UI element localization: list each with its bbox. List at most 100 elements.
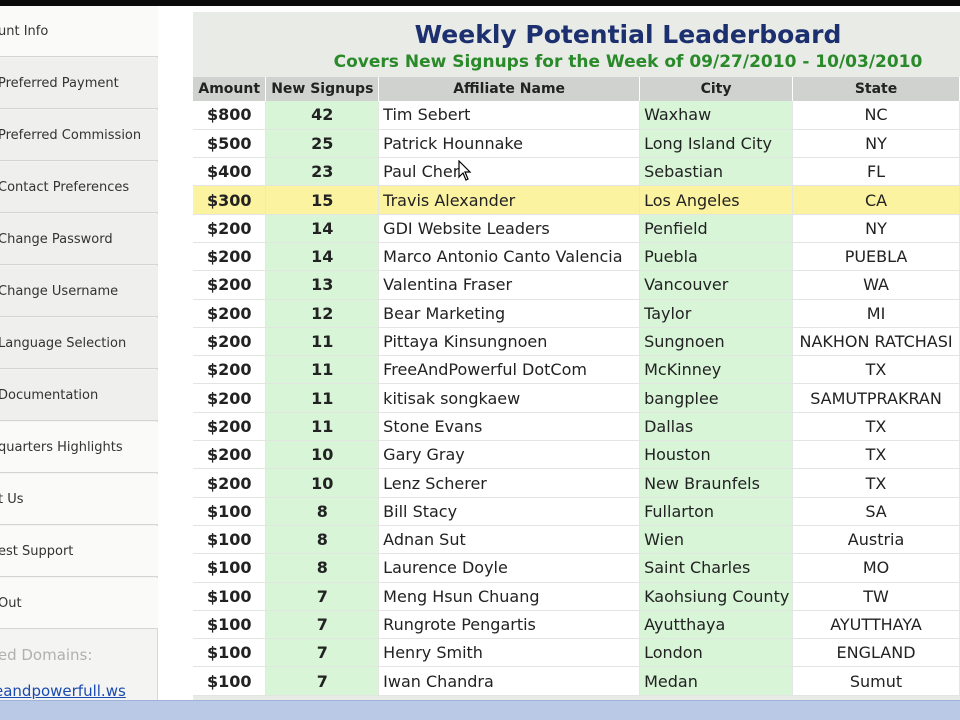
leaderboard-rows: $800 42 Tim Sebert Waxhaw NC $500 25 Patrick Ho…	[193, 101, 960, 696]
cell-affiliate-name: Henry Smith	[378, 638, 641, 668]
cell-new-signups: 11	[265, 412, 380, 442]
cell-affiliate-name: FreeAndPowerful DotCom	[378, 355, 641, 385]
table-row: $200 11 Pittaya Kinsungnoen Sungnoen NAKHON …	[193, 327, 960, 357]
cell-affiliate-name: Rungrote Pengartis	[378, 610, 641, 640]
table-row: $100 7 Rungrote Pengartis Ayutthaya AYUTTHAY…	[193, 610, 960, 640]
cell-city: Medan	[639, 666, 794, 696]
sidebar-item-account-info[interactable]: unt Info	[0, 6, 158, 57]
cell-amount: $200	[193, 412, 267, 442]
cell-city: Wien	[639, 525, 794, 555]
table-row: $200 14 GDI Website Leaders Penfield NY	[193, 214, 960, 243]
table-row: $200 12 Bear Marketing Taylor MI	[193, 299, 960, 328]
cell-city: New Braunfels	[639, 468, 794, 498]
cell-amount: $100	[193, 497, 267, 526]
sidebar-item-label: Preferred Payment	[0, 76, 119, 91]
cell-city: Penfield	[639, 214, 794, 243]
cell-affiliate-name: Gary Gray	[378, 440, 641, 470]
sidebar-item-label: Change Password	[0, 232, 113, 247]
table-row: $100 8 Adnan Sut Wien Austria	[193, 525, 960, 555]
sidebar-item-change-username[interactable]: Change Username	[0, 266, 158, 317]
sidebar-item-language-selection[interactable]: Language Selection	[0, 318, 158, 369]
leaderboard-panel: Weekly Potential Leaderboard Covers New …	[193, 12, 960, 700]
sidebar-item-label: Preferred Commission	[0, 128, 142, 143]
cell-affiliate-name: Marco Antonio Canto Valencia	[378, 242, 641, 272]
sidebar-item-contact-us[interactable]: t Us	[0, 474, 158, 525]
sidebar-item-contact-preferences[interactable]: Contact Preferences	[0, 162, 158, 213]
table-row: $200 11 Stone Evans Dallas TX	[193, 412, 960, 442]
sidebar-item-label: Contact Preferences	[0, 180, 130, 195]
cell-new-signups: 42	[265, 101, 380, 130]
cell-city: Fullarton	[639, 497, 794, 526]
cell-affiliate-name: GDI Website Leaders	[378, 214, 641, 243]
table-row: $200 10 Gary Gray Houston TX	[193, 440, 960, 470]
sidebar-item-preferred-payment[interactable]: Preferred Payment	[0, 58, 158, 109]
table-row: $300 15 Travis Alexander Los Angeles CA	[193, 185, 960, 215]
cell-amount: $200	[193, 355, 267, 385]
cell-state: WA	[792, 270, 960, 300]
sidebar-gutter	[159, 6, 193, 700]
leaderboard-table: Amount New Signups Affiliate Name City S…	[193, 77, 960, 696]
sidebar-item-headquarters-highlights[interactable]: quarters Highlights	[0, 422, 158, 473]
cell-city: Waxhaw	[639, 101, 794, 130]
cell-new-signups: 14	[265, 242, 380, 272]
cell-affiliate-name: Stone Evans	[378, 412, 641, 442]
column-header-amount: Amount	[193, 77, 267, 101]
sidebar-item-label: est Support	[0, 544, 74, 559]
cell-new-signups: 12	[265, 299, 380, 328]
cell-city: Vancouver	[639, 270, 794, 300]
table-row: $100 7 Iwan Chandra Medan Sumut	[193, 666, 960, 696]
cell-amount: $200	[193, 299, 267, 328]
table-row: $100 8 Laurence Doyle Saint Charles MO	[193, 553, 960, 583]
cell-amount: $200	[193, 440, 267, 470]
cell-state: SA	[792, 497, 960, 526]
sidebar-item-log-out[interactable]: Out	[0, 578, 158, 629]
cell-city: Taylor	[639, 299, 794, 328]
cell-city: bangplee	[639, 383, 794, 413]
mouse-pointer-icon	[458, 160, 472, 181]
cell-amount: $200	[193, 270, 267, 300]
cell-state: TX	[792, 412, 960, 442]
cell-new-signups: 7	[265, 582, 380, 611]
cell-state: AYUTTHAYA	[792, 610, 960, 640]
cell-new-signups: 25	[265, 129, 380, 159]
table-row: $800 42 Tim Sebert Waxhaw NC	[193, 101, 960, 130]
registered-domains-label: red Domains:	[0, 646, 93, 664]
cell-new-signups: 10	[265, 440, 380, 470]
cell-affiliate-name: Bear Marketing	[378, 299, 641, 328]
cell-state: NC	[792, 101, 960, 130]
cell-new-signups: 10	[265, 468, 380, 498]
cell-amount: $400	[193, 157, 267, 187]
cell-amount: $200	[193, 327, 267, 357]
sidebar-item-label: t Us	[0, 492, 24, 507]
sidebar-item-change-password[interactable]: Change Password	[0, 214, 158, 265]
cell-amount: $100	[193, 582, 267, 611]
taskbar	[0, 700, 960, 720]
cell-new-signups: 15	[265, 185, 380, 215]
sidebar-item-request-support[interactable]: est Support	[0, 526, 158, 577]
sidebar-item-label: Change Username	[0, 284, 119, 299]
table-row: $200 10 Lenz Scherer New Braunfels TX	[193, 468, 960, 498]
cell-state: TX	[792, 355, 960, 385]
cell-amount: $100	[193, 553, 267, 583]
cell-city: Los Angeles	[639, 185, 794, 215]
sidebar-item-label: quarters Highlights	[0, 440, 123, 455]
cell-state: CA	[792, 185, 960, 215]
cell-affiliate-name: Lenz Scherer	[378, 468, 641, 498]
domain-link[interactable]: eandpowerfull.ws	[0, 682, 158, 700]
cell-state: MI	[792, 299, 960, 328]
sidebar-item-label: Documentation	[0, 388, 99, 403]
table-row: $200 11 FreeAndPowerful DotCom McKinney TX	[193, 355, 960, 385]
cell-city: Ayutthaya	[639, 610, 794, 640]
cell-amount: $100	[193, 525, 267, 555]
cell-amount: $300	[193, 185, 267, 215]
sidebar-item-documentation[interactable]: Documentation	[0, 370, 158, 421]
sidebar-item-preferred-commission[interactable]: Preferred Commission	[0, 110, 158, 161]
cell-city: Houston	[639, 440, 794, 470]
table-row: $100 8 Bill Stacy Fullarton SA	[193, 497, 960, 526]
cell-new-signups: 23	[265, 157, 380, 187]
cell-affiliate-name: Travis Alexander	[378, 185, 641, 215]
column-header-affiliate-name: Affiliate Name	[378, 77, 641, 101]
cell-affiliate-name: Patrick Hounnake	[378, 129, 641, 159]
cell-affiliate-name: Adnan Sut	[378, 525, 641, 555]
cell-amount: $200	[193, 468, 267, 498]
